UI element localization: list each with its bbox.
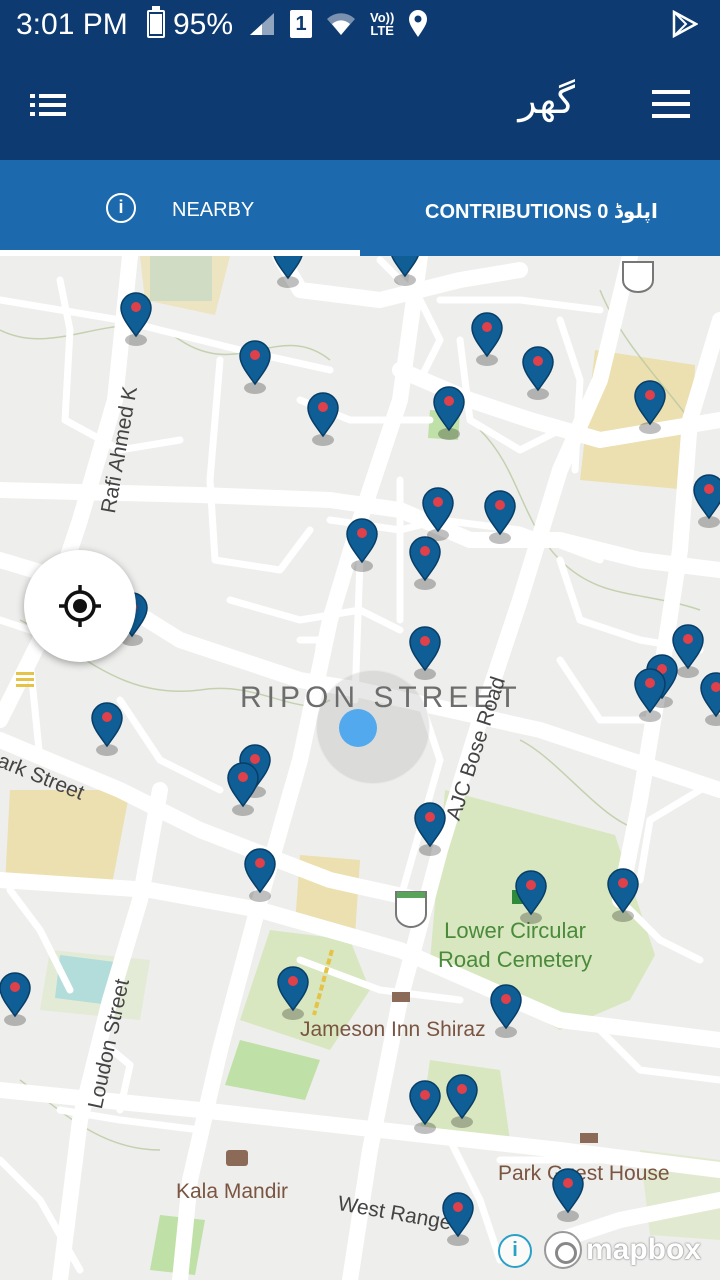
place-label-theatre: Kala Mandir bbox=[176, 1180, 289, 1203]
signal-icon bbox=[248, 10, 276, 38]
cemetery-line-2: Road Cemetery bbox=[438, 947, 593, 972]
page-title: گھر bbox=[518, 78, 575, 122]
app-bar: گھر bbox=[0, 50, 720, 160]
mapbox-logo: mapbox bbox=[544, 1230, 701, 1270]
battery-percent: 95% bbox=[173, 8, 234, 41]
sim-icon: 1 bbox=[290, 10, 312, 38]
place-label-cemetery: Lower Circular Road Cemetery bbox=[438, 916, 592, 974]
map-view[interactable]: Rafi Ahmed K RIPON STREET Park Street AJ… bbox=[0, 256, 720, 1280]
location-icon bbox=[408, 10, 428, 38]
battery-icon bbox=[147, 6, 165, 38]
status-icons: 1 Vo)) LTE bbox=[248, 10, 428, 38]
hamburger-menu-icon[interactable] bbox=[652, 90, 690, 118]
tab-contributions-label: CONTRIBUTIONS 0 اپلوڈ bbox=[425, 201, 658, 223]
tab-bar: i NEARBY CONTRIBUTIONS 0 اپلوڈ bbox=[0, 160, 720, 256]
list-view-icon[interactable] bbox=[30, 94, 66, 116]
screen: 3:01 PM 95% 1 Vo)) LTE گھر i NEARBY CONT… bbox=[0, 0, 720, 1280]
place-label-guest-house: Park Guest House bbox=[498, 1162, 670, 1185]
wifi-icon bbox=[326, 10, 356, 38]
my-location-button[interactable] bbox=[24, 550, 136, 662]
attribution-info-icon[interactable]: i bbox=[498, 1234, 532, 1268]
mapbox-wordmark: mapbox bbox=[586, 1233, 702, 1266]
status-time: 3:01 PM bbox=[16, 8, 128, 41]
mapbox-mark-icon bbox=[544, 1231, 582, 1269]
tab-contributions[interactable]: CONTRIBUTIONS 0 اپلوڈ bbox=[360, 160, 720, 256]
cemetery-line-1: Lower Circular bbox=[444, 918, 586, 943]
status-bar: 3:01 PM 95% 1 Vo)) LTE bbox=[0, 0, 720, 50]
play-store-icon bbox=[672, 9, 699, 43]
place-label-hotel: Jameson Inn Shiraz bbox=[300, 1018, 486, 1041]
tab-nearby[interactable]: i NEARBY bbox=[0, 160, 360, 256]
map-base-layer bbox=[0, 256, 720, 1280]
volte-icon: Vo)) LTE bbox=[370, 10, 394, 38]
crosshair-icon bbox=[59, 585, 101, 627]
tab-nearby-label: NEARBY bbox=[172, 199, 255, 221]
volte-bottom: LTE bbox=[370, 23, 394, 38]
info-icon[interactable]: i bbox=[106, 193, 136, 223]
